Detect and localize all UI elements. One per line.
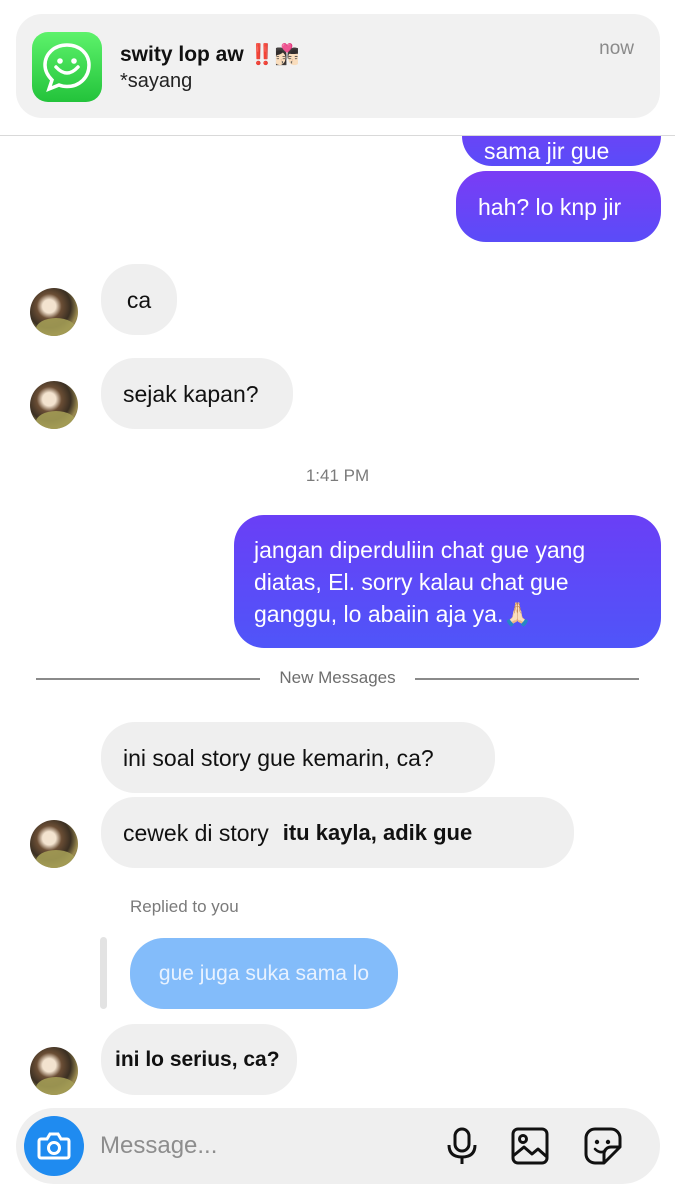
- message-text: ini lo serius, ca?: [115, 1047, 280, 1071]
- microphone-icon[interactable]: [442, 1126, 482, 1166]
- message-text: ca: [126, 286, 152, 313]
- message-composer: [16, 1108, 660, 1184]
- avatar[interactable]: [30, 820, 78, 868]
- camera-button[interactable]: [24, 1116, 84, 1176]
- divider-right: [415, 678, 639, 680]
- message-bubble-incoming[interactable]: ca: [101, 264, 177, 335]
- message-text: sejak kapan?: [123, 380, 259, 407]
- image-icon[interactable]: [510, 1126, 550, 1166]
- notification-title: swity lop aw ‼️👩🏻‍❤️‍💋‍👨🏻: [120, 42, 299, 67]
- notification-time: now: [599, 38, 634, 59]
- message-text-overlay: itu kayla, adik gue: [282, 819, 473, 845]
- message-bubble-incoming[interactable]: ini soal story gue kemarin, ca?: [101, 722, 495, 793]
- message-bubble-outgoing[interactable]: jangan diperduliin chat gue yang diatas,…: [234, 515, 661, 648]
- reply-indicator-bar: [100, 937, 107, 1009]
- notification-title-text: swity lop aw: [120, 43, 244, 66]
- message-bubble-outgoing[interactable]: hah? lo knp jir: [456, 171, 661, 242]
- replied-message-text: gue juga suka sama lo: [158, 961, 370, 985]
- message-timestamp: 1:41 PM: [305, 466, 370, 485]
- notification-title-emoji: ‼️👩🏻‍❤️‍💋‍👨🏻: [249, 44, 300, 66]
- message-input[interactable]: [100, 1126, 420, 1166]
- camera-icon: [37, 1132, 71, 1160]
- message-bubble-incoming[interactable]: sejak kapan?: [101, 358, 293, 429]
- message-text: sama jir gue: [484, 138, 610, 164]
- chat-thread: sama jir gue hah? lo knp jir ca sejak ka…: [0, 0, 675, 1200]
- new-messages-label: New Messages: [279, 668, 396, 687]
- avatar[interactable]: [30, 288, 78, 336]
- notification-banner-area: swity lop aw ‼️👩🏻‍❤️‍💋‍👨🏻 *sayang now: [0, 0, 675, 136]
- message-text-line: diatas, El. sorry kalau chat gue: [254, 568, 569, 595]
- avatar[interactable]: [30, 381, 78, 429]
- whatsapp-smile-icon: [32, 32, 102, 102]
- avatar[interactable]: [30, 1047, 78, 1095]
- message-text-line: jangan diperduliin chat gue yang: [254, 536, 586, 563]
- notification-body: *sayang: [120, 70, 193, 92]
- replied-message-bubble[interactable]: gue juga suka sama lo: [130, 938, 398, 1009]
- notification-banner[interactable]: swity lop aw ‼️👩🏻‍❤️‍💋‍👨🏻 *sayang now: [16, 14, 660, 118]
- divider-left: [36, 678, 260, 680]
- message-text: hah? lo knp jir: [478, 193, 622, 220]
- message-text: ini soal story gue kemarin, ca?: [123, 744, 434, 771]
- message-bubble-incoming[interactable]: ini lo serius, ca?: [101, 1024, 297, 1095]
- message-text-line: ganggu, lo abaiin aja ya.🙏🏻: [254, 600, 532, 627]
- message-text: cewek di story: [123, 819, 269, 846]
- sticker-icon[interactable]: [583, 1126, 623, 1166]
- reply-label: Replied to you: [130, 897, 239, 916]
- message-bubble-incoming[interactable]: cewek di story itu kayla, adik gue: [101, 797, 574, 868]
